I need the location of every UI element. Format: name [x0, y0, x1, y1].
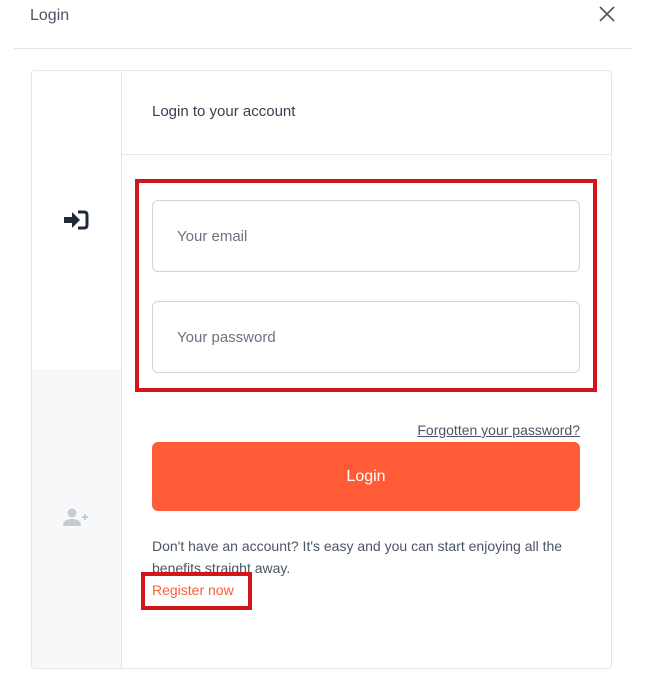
login-form-panel: Login to your account Forgotten your pas… [122, 71, 611, 668]
user-plus-icon [62, 507, 90, 529]
rail-tab-login[interactable] [32, 71, 121, 369]
sign-in-arrow-icon [62, 209, 90, 231]
dialog-header: Login [14, 0, 633, 49]
side-rail [32, 71, 122, 668]
close-icon-graphic [599, 6, 615, 22]
form-title: Login to your account [152, 103, 296, 120]
rail-tab-register[interactable] [32, 369, 121, 668]
login-card: Login to your account Forgotten your pas… [31, 70, 612, 669]
forgot-password-link[interactable]: Forgotten your password? [417, 422, 580, 438]
register-now-link[interactable]: Register now [152, 582, 234, 598]
form-header: Login to your account [122, 71, 611, 155]
password-field[interactable] [152, 301, 580, 373]
login-button[interactable]: Login [152, 442, 580, 511]
close-icon[interactable] [597, 4, 617, 24]
dialog-title: Login [30, 7, 70, 24]
email-field[interactable] [152, 200, 580, 272]
